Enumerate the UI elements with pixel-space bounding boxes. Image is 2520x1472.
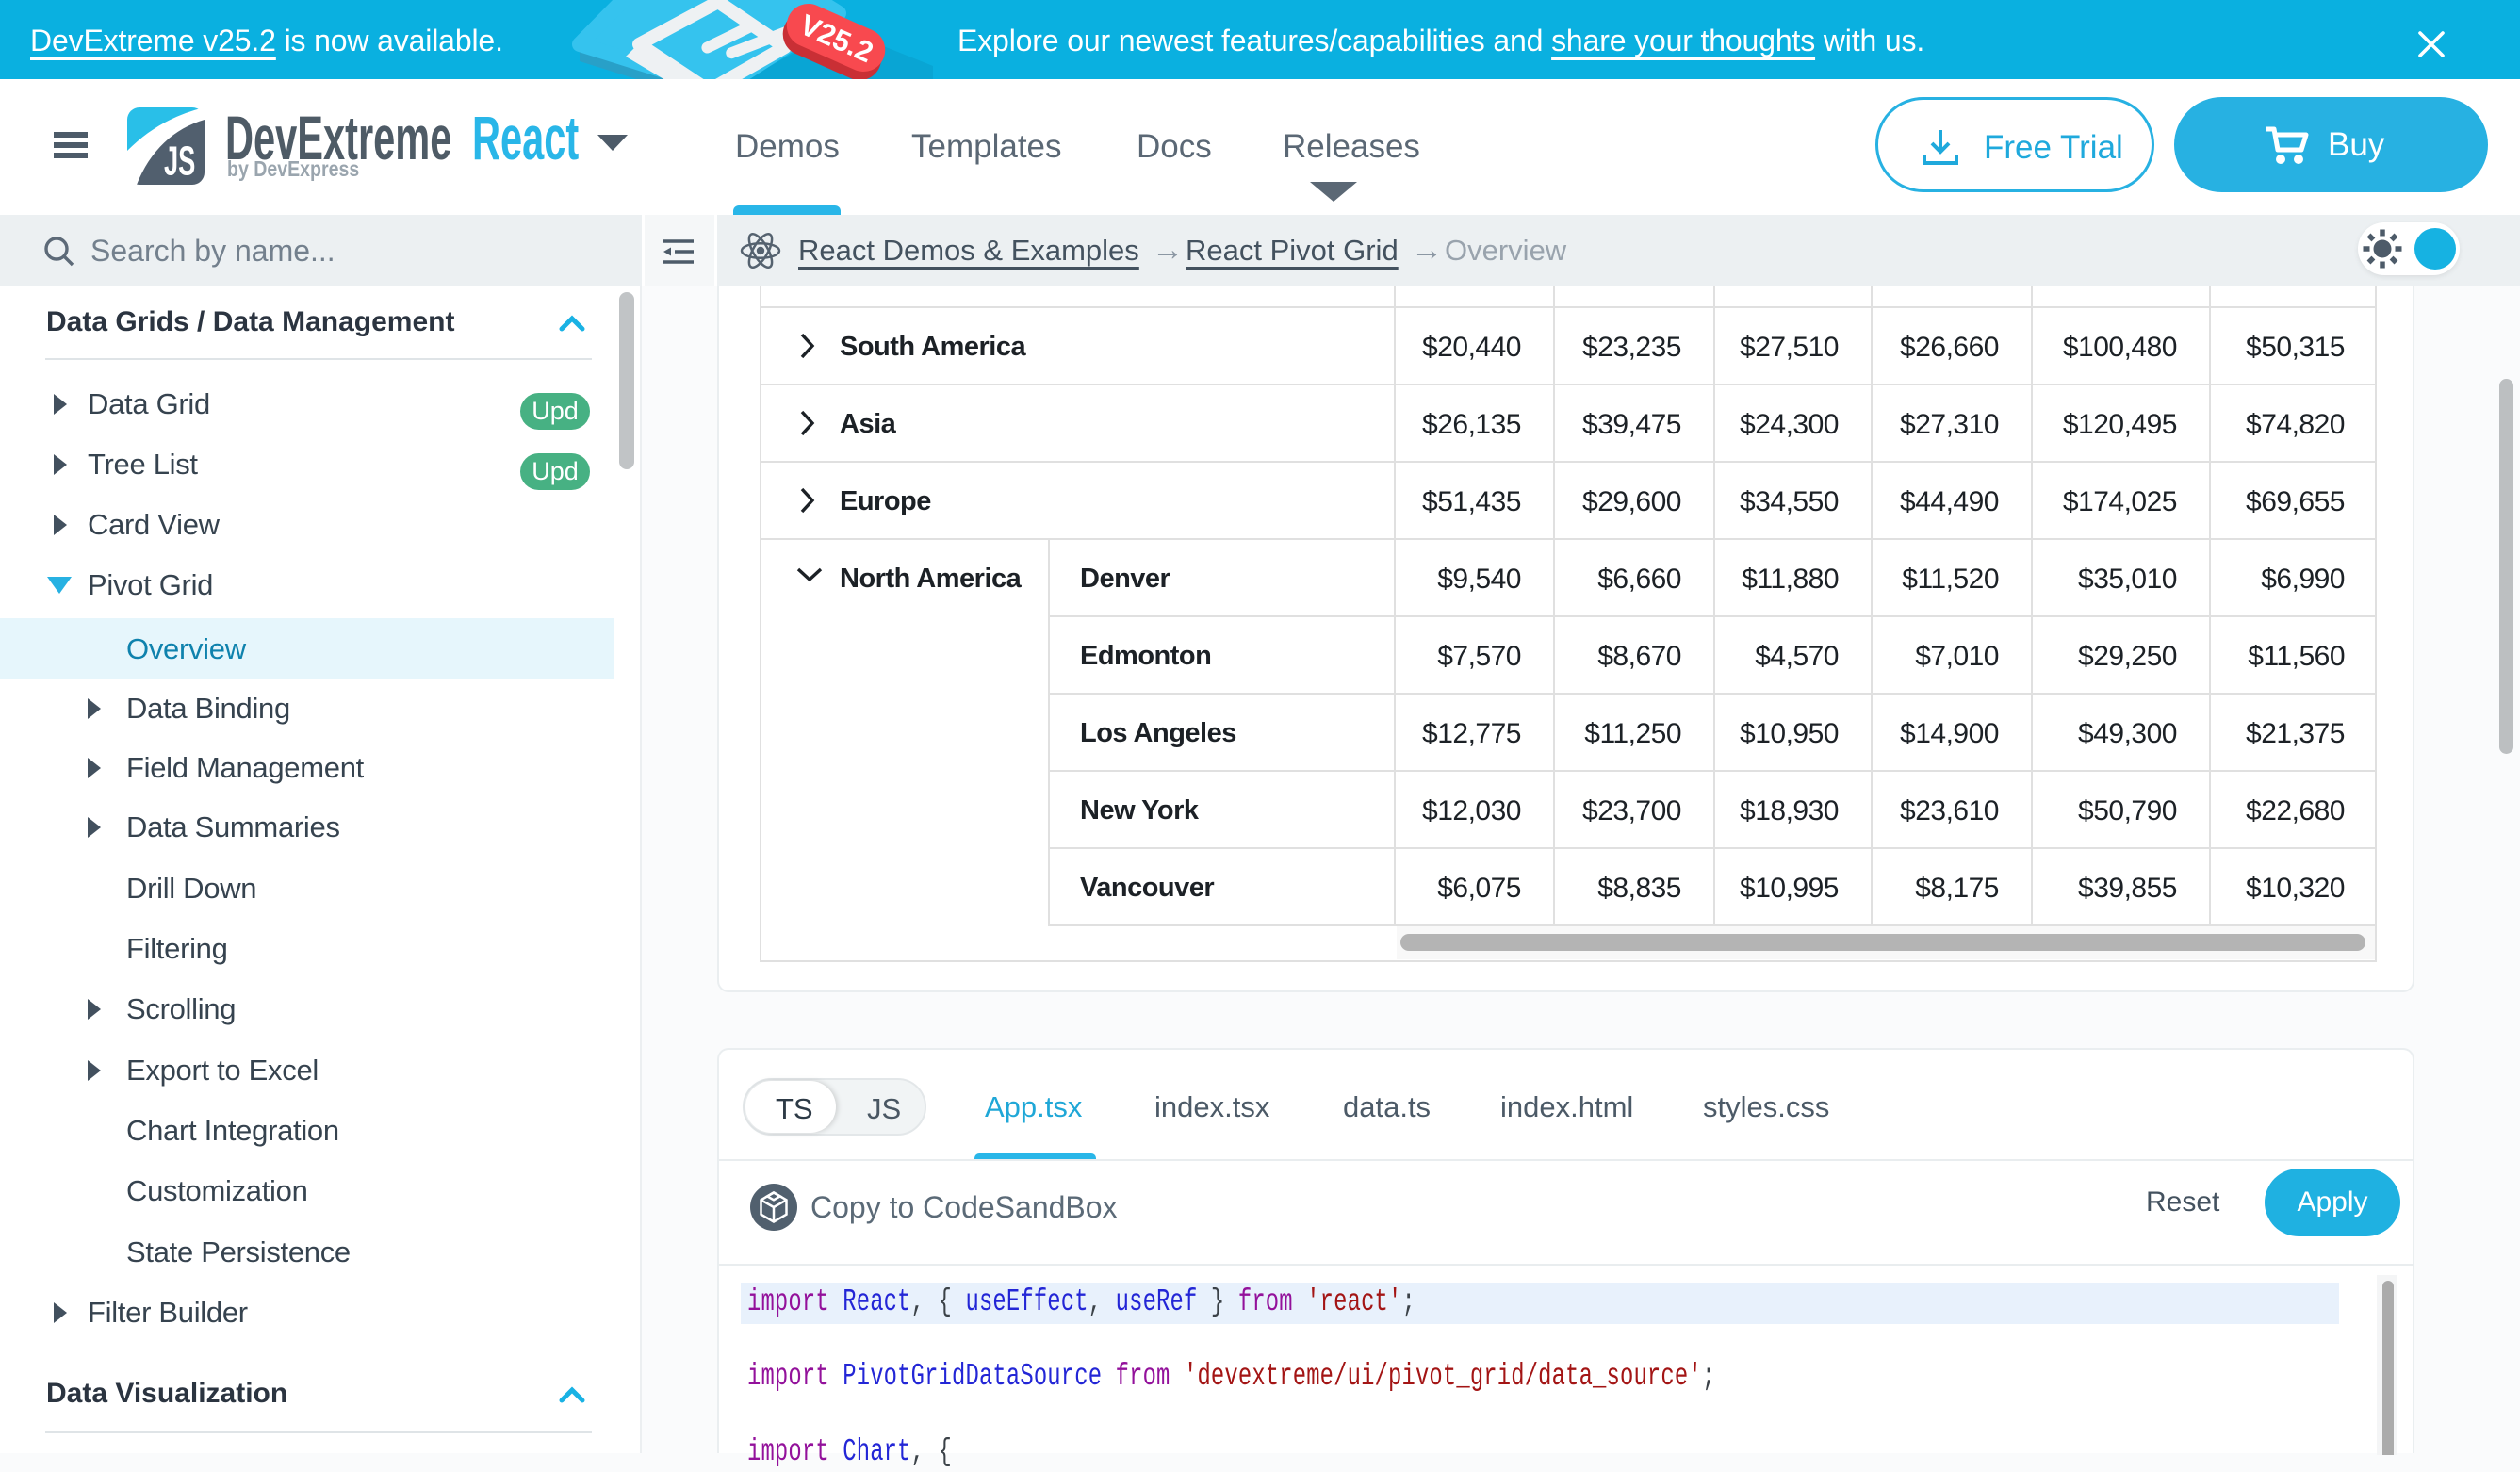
- svg-text:JS: JS: [164, 138, 195, 184]
